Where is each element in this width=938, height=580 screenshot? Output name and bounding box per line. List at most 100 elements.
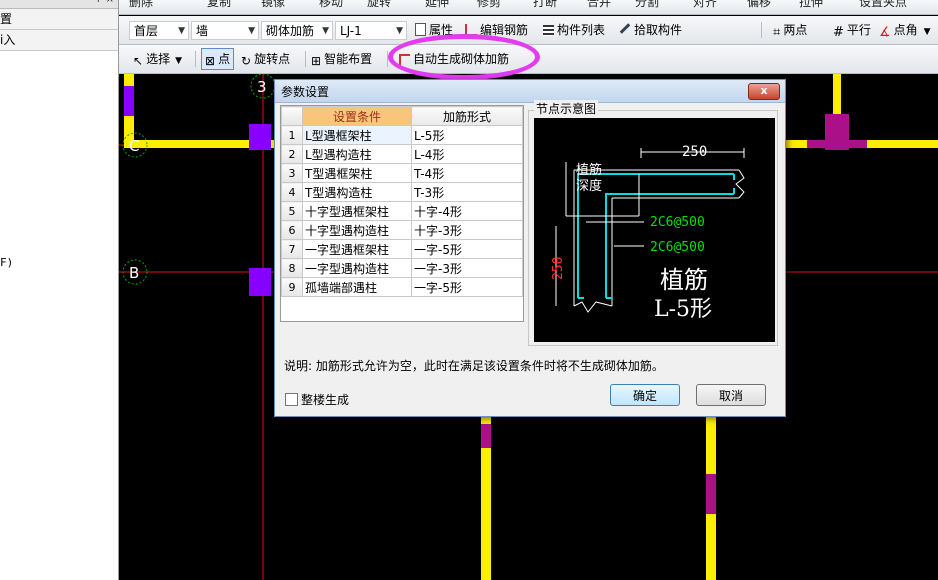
column-header-form[interactable]: 加筋形式 <box>411 106 523 126</box>
two-points-button[interactable]: ⌗ 两点 <box>773 19 807 41</box>
axis-label-c: C <box>129 137 139 155</box>
toolbar-divider <box>195 51 196 67</box>
rotate-point-label: 旋转点 <box>254 52 291 66</box>
row-number: 6 <box>281 220 303 240</box>
select-button[interactable]: ↖ 选择 ▼ <box>133 48 182 70</box>
smart-layout-button[interactable]: ⊞ 智能布置 <box>311 48 372 70</box>
dialog-note: 说明: 加筋形式允许为空，此时在满足该设置条件时将不生成砌体加筋。 <box>284 359 664 373</box>
stretch-button[interactable]: 拉伸 <box>799 0 823 10</box>
component-select[interactable]: LJ-1 ▼ <box>335 21 407 40</box>
point-angle-button[interactable]: ∡ 点角 ▼ <box>879 19 931 41</box>
condition-cell[interactable]: T型遇框架柱 <box>302 163 412 183</box>
floor-select[interactable]: 首层 ▼ <box>129 21 189 40</box>
extend-button[interactable]: 延伸 <box>425 0 449 10</box>
checkbox-label: 整楼生成 <box>301 393 350 407</box>
merge-button[interactable]: 合并 <box>587 0 611 10</box>
left-panel-item[interactable]: 置 <box>0 9 118 30</box>
parallel-label: 平行 <box>846 23 871 37</box>
left-panel-header: + × <box>0 0 118 9</box>
ok-button[interactable]: 确定 <box>610 384 680 406</box>
diagram-group-label: 节点示意图 <box>534 100 599 117</box>
form-cell[interactable]: L-4形 <box>411 144 523 164</box>
trim-button[interactable]: 修剪 <box>477 0 501 10</box>
rebar-spec-2: 2C6@500 <box>650 240 705 255</box>
split-button[interactable]: 分割 <box>635 0 659 10</box>
axis-label-b: B <box>129 264 139 282</box>
condition-cell[interactable]: L型遇构造柱 <box>302 144 412 164</box>
form-cell[interactable]: L-5形 <box>411 125 523 145</box>
list-icon <box>543 25 554 36</box>
row-number: 9 <box>281 277 303 297</box>
dialog-titlebar[interactable]: 参数设置 x <box>275 80 785 103</box>
condition-cell[interactable]: 十字型遇构造柱 <box>302 220 412 240</box>
dimension-top-label: 250 <box>682 144 707 160</box>
form-cell[interactable]: 十字-3形 <box>411 220 523 240</box>
table-row[interactable]: 6 十字型遇构造柱 十字-3形 <box>281 220 523 240</box>
eyedropper-icon <box>619 23 631 34</box>
condition-cell[interactable]: 一字型遇构造柱 <box>302 258 412 278</box>
row-number: 5 <box>281 201 303 221</box>
category-select[interactable]: 墙 ▼ <box>191 21 259 40</box>
form-cell[interactable]: 一字-3形 <box>411 258 523 278</box>
table-row[interactable]: 9 孤墙端部遇柱 一字-5形 <box>281 277 523 297</box>
parallel-button[interactable]: # 平行 <box>833 19 871 41</box>
rotate-point-button[interactable]: ↻ 旋转点 <box>241 48 290 70</box>
left-panel-note: F) <box>0 256 14 269</box>
pick-component-button[interactable]: 拾取构件 <box>619 19 682 41</box>
form-cell[interactable]: T-3形 <box>411 182 523 202</box>
move-button[interactable]: 移动 <box>319 0 343 10</box>
table-row[interactable]: 5 十字型遇框架柱 十字-4形 <box>281 201 523 221</box>
column <box>249 124 271 150</box>
form-cell[interactable]: 一字-5形 <box>411 277 523 297</box>
table-row[interactable]: 2 L型遇构造柱 L-4形 <box>281 144 523 164</box>
highlight-circle <box>388 34 540 80</box>
rotate-button[interactable]: 旋转 <box>367 0 391 10</box>
column-header-condition[interactable]: 设置条件 <box>302 106 412 126</box>
cancel-button[interactable]: 取消 <box>696 384 766 406</box>
break-line <box>573 301 613 313</box>
condition-cell[interactable]: 孤墙端部遇柱 <box>302 277 412 297</box>
pick-component-label: 拾取构件 <box>634 23 683 37</box>
close-button[interactable]: x <box>748 83 780 100</box>
column <box>249 268 271 296</box>
table-row[interactable]: 7 一字型遇框架柱 一字-5形 <box>281 239 523 259</box>
point-button[interactable]: ⊠ 点 <box>201 48 235 70</box>
chevron-down-icon: ▼ <box>178 26 185 36</box>
left-panel-item[interactable]: i入 <box>0 30 118 51</box>
panel-close-icon[interactable]: + × <box>94 0 114 5</box>
component-list-label: 构件列表 <box>557 23 606 37</box>
point-angle-icon: ∡ <box>879 25 891 40</box>
break-button[interactable]: 打断 <box>533 0 557 10</box>
form-cell[interactable]: 十字-4形 <box>411 201 523 221</box>
whole-building-checkbox[interactable]: 整楼生成 <box>285 391 349 408</box>
two-points-label: 两点 <box>783 23 808 37</box>
condition-cell[interactable]: 十字型遇框架柱 <box>302 201 412 221</box>
chevron-down-icon: ▼ <box>248 26 255 36</box>
align-button[interactable]: 对齐 <box>693 0 717 10</box>
point-label: 点 <box>218 52 231 66</box>
form-cell[interactable]: T-4形 <box>411 163 523 183</box>
condition-cell[interactable]: 一字型遇框架柱 <box>302 239 412 259</box>
checkbox-box[interactable] <box>285 393 298 406</box>
copy-button[interactable]: 复制 <box>207 0 231 10</box>
toolbar-divider <box>305 51 306 67</box>
form-cell[interactable]: 一字-5形 <box>411 239 523 259</box>
chevron-down-icon: ▼ <box>923 27 931 37</box>
condition-cell[interactable]: L型遇框架柱 <box>302 125 412 145</box>
mirror-button[interactable]: 镜像 <box>261 0 285 10</box>
set-grip-button[interactable]: 设置夹点 <box>859 0 907 10</box>
table-row[interactable]: 4 T型遇构造柱 T-3形 <box>281 182 523 202</box>
condition-cell[interactable]: T型遇构造柱 <box>302 182 412 202</box>
diagram-title-1: 植筋 <box>660 266 708 294</box>
component-list-button[interactable]: 构件列表 <box>543 19 605 41</box>
anchor-depth-label-1: 植筋 <box>576 162 602 178</box>
type-select[interactable]: 砌体加筋 ▼ <box>261 21 333 40</box>
rebar-segment <box>807 140 867 148</box>
table-row[interactable]: 1 L型遇框架柱 L-5形 <box>281 125 523 145</box>
table-row[interactable]: 3 T型遇框架柱 T-4形 <box>281 163 523 183</box>
offset-button[interactable]: 偏移 <box>747 0 771 10</box>
two-points-icon: ⌗ <box>773 25 781 40</box>
break-line <box>735 169 745 199</box>
table-row[interactable]: 8 一字型遇构造柱 一字-3形 <box>281 258 523 278</box>
delete-button[interactable]: 删除 <box>129 0 153 10</box>
